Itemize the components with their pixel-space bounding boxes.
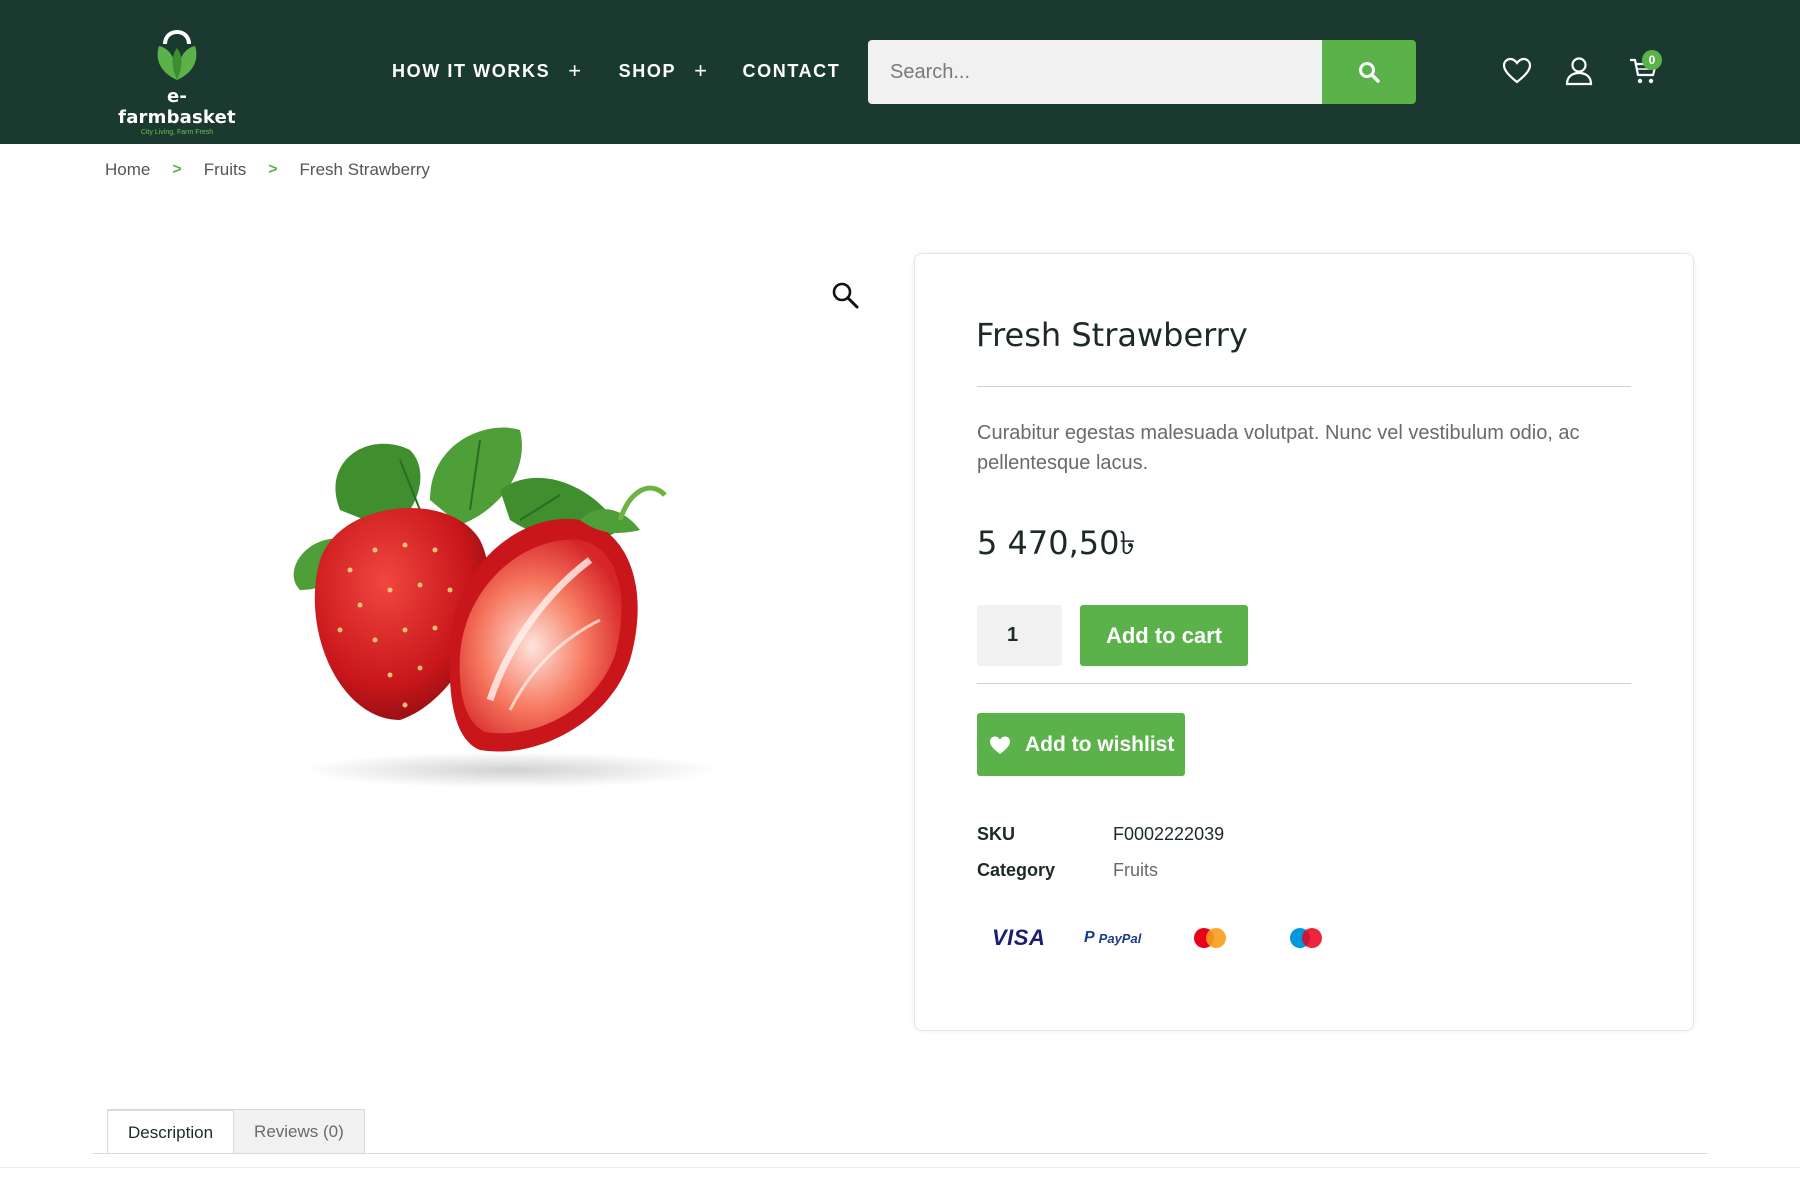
breadcrumb: Home > Fruits > Fresh Strawberry: [105, 160, 430, 180]
product-short-description: Curabitur egestas malesuada volutpat. Nu…: [977, 422, 1580, 474]
product-image-strawberry[interactable]: [280, 400, 750, 790]
quantity-input[interactable]: [977, 605, 1062, 666]
nav-item-shop[interactable]: SHOP +: [619, 60, 709, 82]
tabs-divider: [92, 1153, 1708, 1154]
nav-label: SHOP: [618, 60, 677, 81]
logo-tagline: City Living, Farm Fresh: [140, 129, 214, 136]
submenu-plus-icon[interactable]: +: [694, 60, 708, 82]
chevron-right-icon: >: [268, 161, 278, 178]
site-header: e-farmbasket City Living, Farm Fresh HOW…: [0, 0, 1800, 144]
divider: [977, 683, 1631, 684]
category-label: Category: [977, 860, 1056, 880]
divider: [977, 386, 1631, 387]
search-icon: [1359, 62, 1380, 83]
category-link[interactable]: Fruits: [1113, 860, 1158, 881]
wishlist-label: Add to wishlist: [1025, 732, 1175, 756]
nav-item-contact[interactable]: CONTACT: [743, 61, 841, 82]
submenu-plus-icon[interactable]: +: [568, 60, 582, 82]
heart-filled-icon: [990, 736, 1010, 754]
search-bar: [868, 40, 1416, 104]
category-row: Category Fruits: [977, 860, 1158, 881]
logo-text: e-farmbasket: [118, 86, 236, 128]
basket-leaf-logo-icon: [157, 30, 197, 80]
breadcrumb-current: Fresh Strawberry: [299, 160, 430, 179]
nav-item-how-it-works[interactable]: HOW IT WORKS +: [392, 60, 583, 82]
user-icon[interactable]: [1564, 56, 1594, 86]
sku-value: F0002222039: [1113, 824, 1225, 844]
paypal-p-icon: P: [1084, 929, 1095, 946]
product-tabs: Description Reviews (0): [107, 1109, 365, 1154]
breadcrumb-fruits[interactable]: Fruits: [204, 160, 247, 180]
mastercard-icon: [1194, 928, 1226, 948]
site-logo[interactable]: e-farmbasket City Living, Farm Fresh: [112, 22, 242, 136]
heart-icon[interactable]: [1502, 56, 1532, 86]
paypal-wordmark: PayPal: [1098, 930, 1142, 946]
product-title: Fresh Strawberry: [976, 316, 1248, 354]
nav-label: HOW IT WORKS: [392, 60, 551, 81]
cart-count-badge: 0: [1642, 50, 1662, 70]
sku-label: SKU: [977, 824, 1016, 844]
visa-logo: VISA: [992, 925, 1046, 950]
search-button[interactable]: [1322, 40, 1416, 104]
zoom-icon[interactable]: [830, 280, 860, 310]
tab-reviews[interactable]: Reviews (0): [234, 1109, 365, 1154]
main-nav: HOW IT WORKS + SHOP + CONTACT: [392, 60, 840, 82]
sku-row: SKU F0002222039: [977, 824, 1224, 845]
add-to-wishlist-button[interactable]: Add to wishlist: [977, 713, 1185, 776]
maestro-logo: [1288, 925, 1324, 951]
chevron-right-icon: >: [172, 161, 182, 178]
product-price: 5 470,50৳: [977, 524, 1136, 562]
section-divider: [0, 1167, 1800, 1168]
mastercard-logo: [1192, 925, 1228, 951]
add-to-cart-button[interactable]: Add to cart: [1080, 605, 1248, 666]
maestro-icon: [1290, 928, 1322, 948]
breadcrumb-home[interactable]: Home: [105, 160, 150, 180]
search-input[interactable]: [868, 40, 1322, 104]
nav-label: CONTACT: [742, 60, 841, 81]
tab-description[interactable]: Description: [107, 1109, 235, 1154]
paypal-logo: P PayPal: [1084, 925, 1141, 951]
